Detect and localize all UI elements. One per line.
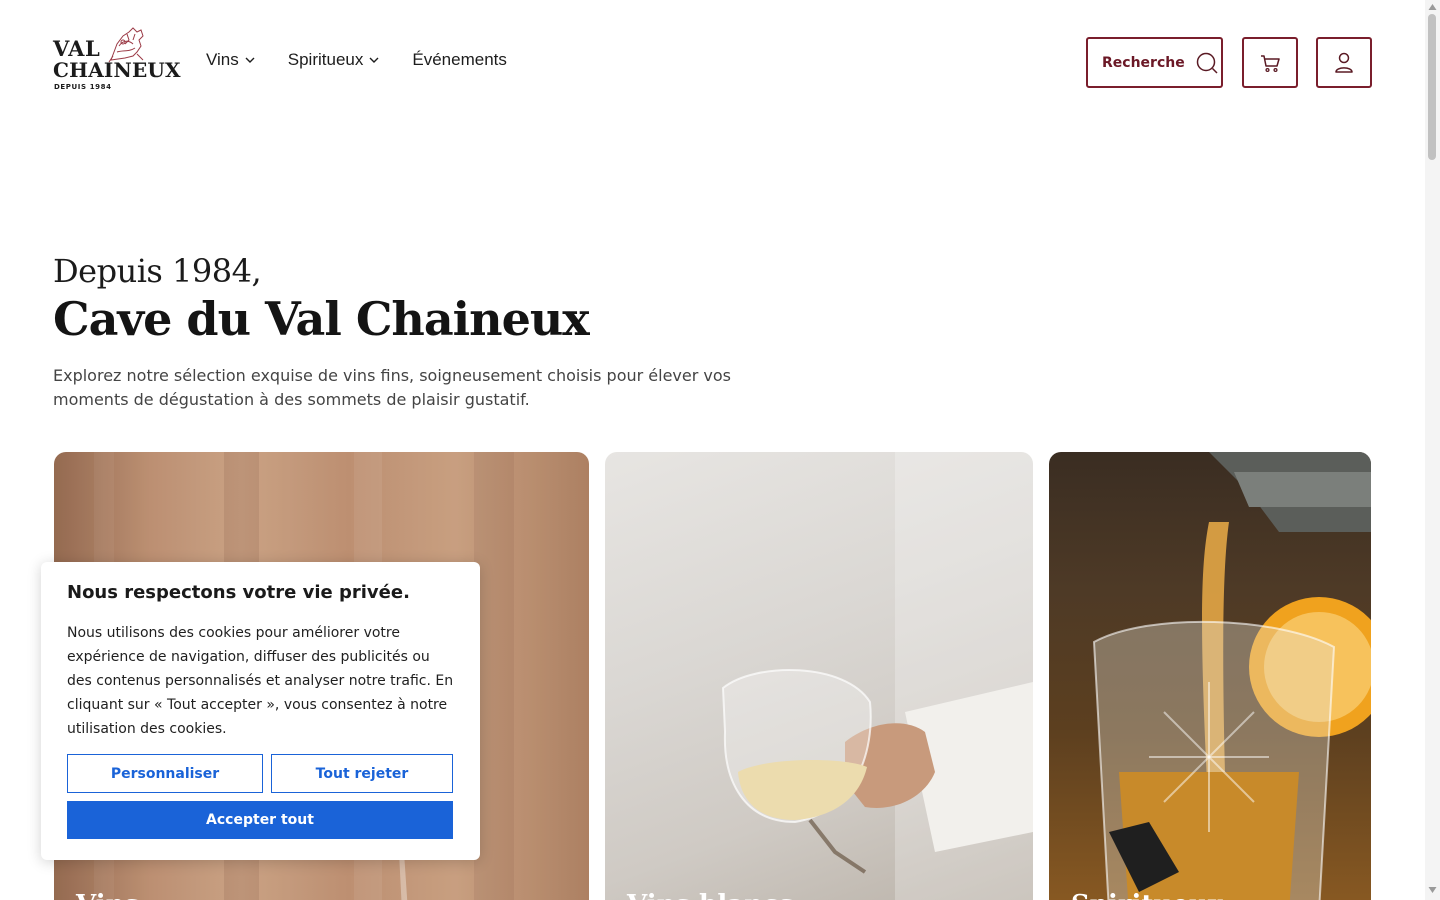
page-title: Cave du Val Chaineux [53,292,590,346]
card-label: Spiritueux [1071,890,1223,900]
hero-description: Explorez notre sélection exquise de vins… [53,366,731,409]
reject-all-button[interactable]: Tout rejeter [271,754,453,793]
search-icon [1196,52,1218,74]
nav-item-label: Spiritueux [287,50,364,69]
user-icon [1335,52,1353,73]
scroll-down-arrow-icon[interactable] [1428,886,1437,894]
card-image [721,452,1033,900]
site-logo[interactable]: VAL CHAINEUX DEPUIS 1984 [53,26,181,92]
hero-subtitle: Depuis 1984, [53,252,262,290]
logo-text-chaineux: CHAINEUX [53,58,181,82]
search-button[interactable]: Recherche [1086,37,1223,88]
nav-item-evenements[interactable]: Événements [412,50,507,70]
category-card-spiritueux[interactable]: Spiritueux [1049,452,1371,900]
cookie-consent-banner: Nous respectons votre vie privée. Nous u… [41,562,480,860]
nav-item-vins[interactable]: Vins [206,50,256,70]
chevron-down-icon [369,57,379,63]
cart-icon [1261,54,1280,72]
scroll-up-arrow-icon[interactable] [1428,3,1437,11]
search-button-label: Recherche [1102,54,1185,71]
cookie-text: Nous utilisons des cookies pour améliore… [67,625,454,737]
chevron-down-icon [245,57,255,63]
main-nav: Vins Spiritueux Événements [206,50,507,70]
category-card-vins-blancs[interactable]: Vins blancs [605,452,1033,900]
card-label: Vins [76,890,139,900]
customize-cookies-button[interactable]: Personnaliser [67,754,263,793]
cookie-title: Nous respectons votre vie privée. [67,582,410,603]
card-label: Vins blancs [627,890,793,900]
nav-item-label: Vins [206,50,239,69]
site-header: VAL CHAINEUX DEPUIS 1984 Vins Spiritueux… [0,0,1425,124]
page-scrollbar[interactable] [1425,0,1440,900]
nav-item-spiritueux[interactable]: Spiritueux [288,50,381,70]
nav-item-label: Événements [412,50,507,69]
logo-text-since: DEPUIS 1984 [54,83,112,91]
account-button[interactable] [1316,37,1372,88]
accept-all-button[interactable]: Accepter tout [67,801,453,839]
cart-button[interactable] [1242,37,1298,88]
card-image [1092,452,1371,900]
scrollbar-thumb[interactable] [1428,14,1436,160]
